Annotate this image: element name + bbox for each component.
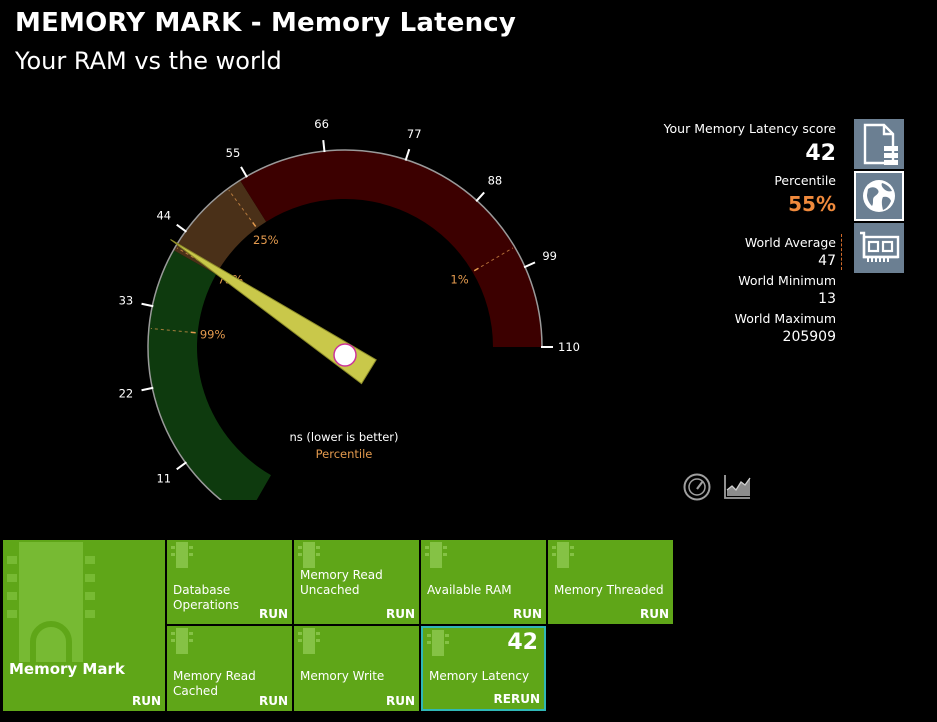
latency-gauge: 0112233445566778899110 99%75%25%1% ns (l…	[119, 117, 580, 500]
percentile-value: 55%	[788, 192, 836, 216]
rerun-button[interactable]: RERUN	[494, 692, 540, 706]
memory-card-icon[interactable]	[854, 223, 904, 273]
gauge-unit-label: ns (lower is better)	[289, 430, 398, 444]
tile-memory-threaded[interactable]: Memory Threaded RUN	[548, 540, 673, 624]
percentile-label: Percentile	[774, 173, 836, 188]
gauge-tick	[141, 302, 154, 308]
memory-chip-icon	[298, 542, 320, 568]
run-button[interactable]: RUN	[259, 694, 288, 708]
gauge-tick-label: 11	[156, 472, 171, 486]
tile-memory-read-cached[interactable]: Memory Read Cached RUN	[167, 626, 292, 711]
report-icon[interactable]	[854, 119, 904, 169]
gauge-tick	[322, 140, 326, 153]
tile-memory-write[interactable]: Memory Write RUN	[294, 626, 419, 711]
tile-label: Memory Latency	[429, 669, 530, 683]
gauge-tick	[141, 386, 154, 392]
page-title: MEMORY MARK - Memory Latency	[15, 8, 517, 38]
tile-memory-mark[interactable]: Memory Mark RUN	[3, 540, 165, 711]
tile-label: Memory Write	[300, 669, 385, 683]
globe-icon[interactable]	[854, 171, 904, 221]
world-average-value: 47	[818, 253, 836, 269]
tile-label: Memory Read Uncached	[300, 568, 383, 597]
page-subtitle: Your RAM vs the world	[15, 47, 282, 75]
memory-chip-icon	[425, 542, 447, 568]
tile-label: Memory Threaded	[554, 583, 664, 597]
tile-label: Available RAM	[427, 583, 512, 597]
gauge-hub	[333, 343, 357, 367]
gauge-tick	[475, 191, 485, 203]
gauge-tick-label: 55	[226, 146, 241, 160]
memory-chip-icon	[7, 542, 95, 662]
speedometer-icon[interactable]	[682, 472, 712, 502]
gauge-percentile-label: Percentile	[316, 447, 373, 461]
tile-database-operations[interactable]: Database Operations RUN	[167, 540, 292, 624]
run-button[interactable]: RUN	[259, 607, 288, 621]
world-maximum-label: World Maximum	[734, 311, 836, 326]
gauge-tick-label: 44	[156, 208, 171, 222]
percentile-marker-label: 25%	[253, 233, 279, 247]
gauge-tick	[176, 461, 188, 471]
memory-chip-icon	[298, 628, 320, 654]
tile-memory-latency[interactable]: 42 Memory Latency RERUN	[421, 626, 546, 711]
percentile-marker-label: 99%	[200, 327, 226, 341]
world-average-label: World Average	[744, 235, 836, 250]
score-value: 42	[805, 141, 836, 166]
average-marker	[841, 234, 842, 270]
run-button[interactable]: RUN	[132, 694, 161, 708]
score-label: Your Memory Latency score	[663, 121, 836, 136]
tile-memory-read-uncached[interactable]: Memory Read Uncached RUN	[294, 540, 419, 624]
run-button[interactable]: RUN	[386, 694, 415, 708]
gauge-tick	[176, 223, 188, 233]
world-maximum-value: 205909	[782, 329, 836, 345]
gauge-tick-label: 33	[119, 293, 134, 307]
tile-label: Memory Mark	[9, 660, 125, 678]
gauge-tick-label: 88	[488, 174, 503, 188]
world-minimum-value: 13	[818, 291, 836, 307]
gauge-tick	[523, 261, 536, 269]
world-minimum-label: World Minimum	[738, 273, 836, 288]
memory-chip-icon	[552, 542, 574, 568]
gauge-tick	[240, 166, 248, 178]
gauge-tick-label: 66	[314, 117, 329, 131]
tile-available-ram[interactable]: Available RAM RUN	[421, 540, 546, 624]
gauge-tick-label: 110	[558, 340, 580, 354]
gauge-tick-label: 99	[542, 249, 557, 263]
percentile-marker-label: 1%	[450, 272, 468, 286]
gauge-tick	[404, 148, 411, 161]
tile-score: 42	[507, 630, 538, 655]
run-button[interactable]: RUN	[640, 607, 669, 621]
memory-chip-icon	[171, 542, 193, 568]
run-button[interactable]: RUN	[386, 607, 415, 621]
run-button[interactable]: RUN	[513, 607, 542, 621]
memory-chip-icon	[171, 628, 193, 654]
gauge-tick-label: 22	[119, 387, 134, 401]
gauge-tick-label: 77	[407, 127, 422, 141]
memory-chip-icon	[427, 630, 449, 656]
area-chart-icon[interactable]	[722, 472, 752, 502]
